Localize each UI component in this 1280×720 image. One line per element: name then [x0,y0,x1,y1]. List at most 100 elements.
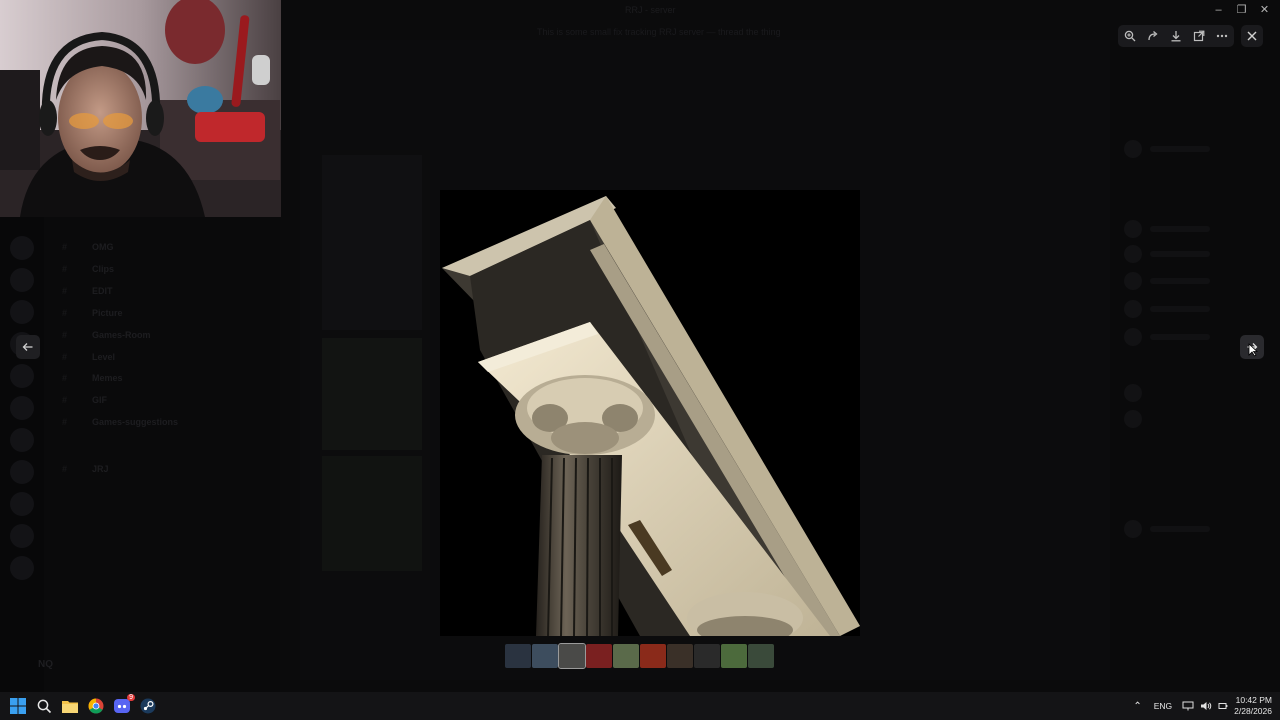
member-avatar[interactable] [1124,245,1142,263]
filmstrip-thumbnail[interactable] [748,644,774,668]
minimize-button[interactable]: – [1207,2,1230,18]
notification-badge: 9 [127,694,135,701]
member-avatar[interactable] [1124,300,1142,318]
filmstrip-thumbnail[interactable] [532,644,558,668]
channel-item[interactable]: # GIF [62,392,107,408]
chat-image[interactable] [322,456,422,571]
battery-icon[interactable] [1218,701,1228,711]
server-icon[interactable] [10,300,34,324]
open-in-browser-button[interactable] [1190,27,1208,45]
chrome-icon [88,698,104,714]
channel-item[interactable]: # OMG [62,239,114,255]
member-avatar[interactable] [1124,140,1142,158]
clock[interactable]: 10:42 PM 2/28/2026 [1234,695,1272,717]
hash-icon: # [62,242,68,252]
channel-item[interactable]: # Picture [62,305,123,321]
clock-time: 10:42 PM [1235,695,1272,705]
more-options-button[interactable] [1213,27,1231,45]
channel-label: EDIT [92,286,113,296]
forward-button[interactable] [1144,27,1162,45]
filmstrip-thumbnail[interactable] [558,643,586,669]
chrome-button[interactable] [87,697,105,715]
open-in-browser-icon [1194,30,1205,42]
discord-button[interactable]: 9 [113,694,135,715]
member-name[interactable] [1150,306,1210,312]
previous-image-button[interactable] [16,335,40,359]
channel-item[interactable]: # Memes [62,370,123,386]
member-avatar[interactable] [1124,272,1142,290]
viewer-toolbar [1118,25,1234,47]
chat-image[interactable] [322,155,422,330]
window-close-button[interactable]: ✕ [1253,2,1276,18]
forward-icon [1148,31,1158,41]
window-controls: – ❐ ✕ [1207,2,1276,18]
member-name[interactable] [1150,278,1210,284]
server-icon[interactable] [10,428,34,452]
file-explorer-button[interactable] [61,697,79,715]
hash-icon: # [62,308,68,318]
member-avatar[interactable] [1124,520,1142,538]
channel-item[interactable]: # Games-suggestions [62,414,178,430]
clock-date: 2/28/2026 [1234,706,1272,716]
filmstrip-thumbnail[interactable] [721,644,747,668]
member-name[interactable] [1150,251,1210,257]
server-icon[interactable] [10,460,34,484]
column-photo [440,190,860,644]
hash-icon: # [62,395,68,405]
steam-button[interactable] [139,697,157,715]
server-icon[interactable] [10,364,34,388]
filmstrip-thumbnail[interactable] [505,644,531,668]
viewer-close-button[interactable] [1241,25,1263,47]
filmstrip-thumbnail[interactable] [667,644,693,668]
member-avatar[interactable] [1124,384,1142,402]
filmstrip-thumbnail[interactable] [613,644,639,668]
user-panel-name[interactable]: NQ [38,659,53,670]
windows-logo-icon [10,698,26,714]
chat-image[interactable] [322,338,422,450]
filmstrip-thumbnail[interactable] [586,644,612,668]
server-icon[interactable] [10,268,34,292]
viewed-image[interactable] [440,190,860,644]
channel-item[interactable]: # JRJ [62,461,109,477]
screen: # OMG # Clips # EDIT # Picture # Games-Room # Level… [0,0,1280,720]
member-name[interactable] [1150,226,1210,232]
server-icon[interactable] [10,396,34,420]
filmstrip-thumbnail[interactable] [694,644,720,668]
channel-item[interactable]: # Clips [62,261,114,277]
start-button[interactable] [9,697,27,715]
member-list [1110,40,1280,680]
member-name[interactable] [1150,146,1210,152]
server-icon[interactable] [10,524,34,548]
channel-item[interactable]: # EDIT [62,283,113,299]
member-avatar[interactable] [1124,220,1142,238]
search-button[interactable] [35,697,53,715]
maximize-button[interactable]: ❐ [1230,2,1253,18]
zoom-in-button[interactable] [1121,27,1139,45]
language-indicator[interactable]: ENG [1154,701,1172,711]
member-avatar[interactable] [1124,410,1142,428]
hash-icon: # [62,286,68,296]
channel-label: JRJ [92,464,109,474]
channel-label: Games-suggestions [92,417,179,427]
window-title: RRJ - server [625,5,676,15]
tray-overflow-button[interactable]: ⌃ [1133,701,1141,712]
search-icon [37,699,51,713]
member-name[interactable] [1150,526,1210,532]
download-button[interactable] [1167,27,1185,45]
server-icon[interactable] [10,492,34,516]
channel-label: Memes [92,373,123,383]
filmstrip-thumbnail[interactable] [640,644,666,668]
server-icon[interactable] [10,236,34,260]
channel-item[interactable]: # Games-Room [62,327,151,343]
member-name[interactable] [1150,334,1210,340]
system-tray: ⌃ ENG 10:42 PM 2/28/2026 [1133,692,1272,720]
arrow-left-icon [22,343,33,351]
hash-icon: # [62,330,68,340]
channel-label: Games-Room [92,330,151,340]
network-icon[interactable] [1182,701,1194,711]
channel-item[interactable]: # Level [62,349,115,365]
server-icon[interactable] [10,556,34,580]
member-avatar[interactable] [1124,328,1142,346]
volume-icon[interactable] [1200,701,1212,711]
hash-icon: # [62,464,68,474]
